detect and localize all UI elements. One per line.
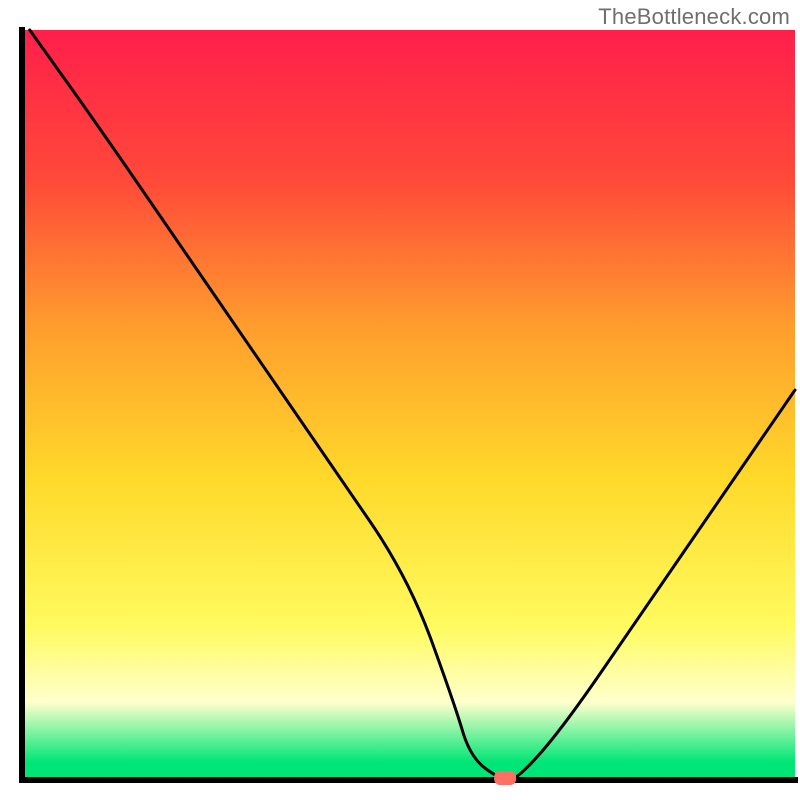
- gradient-background: [25, 30, 795, 777]
- watermark-label: TheBottleneck.com: [598, 4, 790, 30]
- bottleneck-chart: TheBottleneck.com: [0, 0, 800, 800]
- chart-svg: [0, 0, 800, 800]
- optimum-marker: [494, 771, 516, 785]
